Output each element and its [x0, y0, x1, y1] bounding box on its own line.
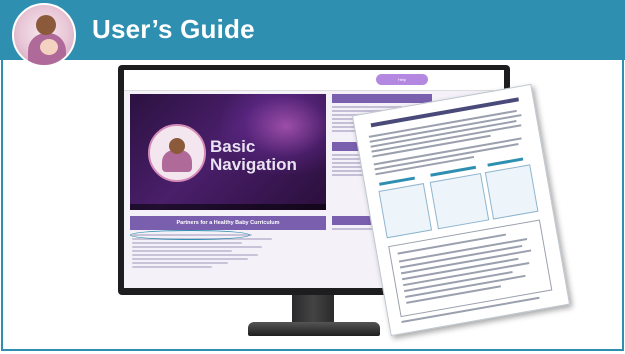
video-controls[interactable]: [130, 204, 326, 210]
partners-link-list: [132, 232, 322, 288]
mother-and-baby-logo-icon: [12, 3, 76, 67]
slide-title: User’s Guide: [92, 14, 255, 44]
frame-border-left: [1, 60, 3, 350]
video-player[interactable]: Basic Navigation: [130, 94, 326, 210]
site-nav: Help: [124, 70, 504, 91]
title-bar: User’s Guide: [0, 0, 625, 60]
guide-document-page: [351, 83, 571, 337]
video-title: Basic Navigation: [210, 137, 297, 174]
partners-heading-bar: Partners for a Healthy Baby Curriculum: [130, 216, 326, 230]
nav-help-button[interactable]: Help: [376, 74, 428, 85]
partners-badge-icon: [148, 124, 206, 182]
slide: User’s Guide Help Basic Navigation Partn…: [0, 0, 625, 354]
frame-border-bottom: [1, 349, 624, 351]
highlight-ellipse: [130, 230, 250, 240]
frame-border-right: [622, 60, 624, 350]
monitor-stand-base: [248, 322, 380, 336]
monitor-stand-neck: [292, 295, 334, 325]
